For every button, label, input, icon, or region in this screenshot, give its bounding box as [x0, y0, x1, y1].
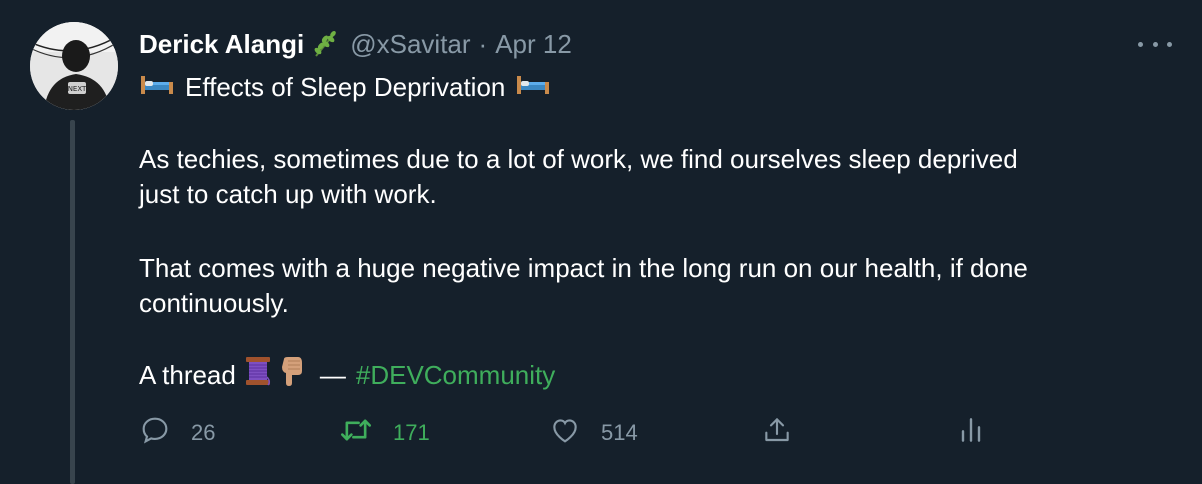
thread-text: A thread [139, 360, 236, 390]
tweet-thread-line: A thread — #DEVCommunity [139, 355, 1169, 396]
reply-button[interactable]: 26 [139, 410, 215, 456]
bed-emoji-icon [515, 70, 551, 105]
bed-emoji-icon [139, 70, 175, 105]
tweet-date[interactable]: Apr 12 [495, 29, 572, 60]
pointing-down-emoji-icon [278, 355, 304, 396]
paragraph-2-line-1: That comes with a huge negative impact i… [139, 253, 1028, 283]
author-handle[interactable]: @xSavitar [350, 29, 470, 60]
more-icon-dot [1152, 41, 1158, 47]
avatar[interactable]: NEXT [30, 22, 118, 110]
retweet-icon [339, 414, 373, 452]
thread-line [70, 120, 75, 484]
tweet-title-line: Effects of Sleep Deprivation [139, 70, 1169, 105]
analytics-icon [957, 414, 985, 452]
avatar-photo: NEXT [30, 22, 118, 110]
paragraph-1-line-1: As techies, sometimes due to a lot of wo… [139, 144, 1018, 174]
author-name[interactable]: Derick Alangi [139, 29, 304, 60]
svg-text:NEXT: NEXT [68, 85, 87, 93]
more-options-button[interactable] [1138, 34, 1172, 54]
reply-icon [139, 414, 171, 452]
like-count: 514 [601, 420, 638, 445]
reply-count: 26 [191, 420, 216, 445]
more-icon-dot [1167, 41, 1172, 47]
retweet-count: 171 [393, 420, 430, 445]
share-icon [761, 414, 793, 452]
more-icon [1138, 41, 1143, 47]
heart-icon [549, 414, 581, 452]
tweet-title: Effects of Sleep Deprivation [185, 72, 506, 102]
retweet-button[interactable]: 171 [339, 410, 430, 456]
paragraph-1-line-2: just to catch up with work. [139, 179, 437, 209]
separator-dot: · [478, 28, 488, 59]
thread-dash: — [319, 360, 346, 390]
tweet-paragraph-2: That comes with a huge negative impact i… [139, 251, 1169, 321]
tweet-header: Derick Alangi @xSavitar · Apr 12 [139, 26, 572, 62]
hashtag-link[interactable]: #DEVCommunity [356, 358, 555, 393]
tweet-actions: 26 171 514 [139, 410, 999, 456]
tweet-paragraph-1: As techies, sometimes due to a lot of wo… [139, 142, 1169, 212]
tweet-card[interactable]: NEXT Derick Alangi @xSavitar · Apr 12 Ef… [0, 0, 1202, 484]
share-button[interactable] [761, 410, 793, 456]
herb-emoji-icon [312, 30, 340, 58]
analytics-button[interactable] [957, 410, 985, 456]
thread-spool-emoji-icon [244, 355, 272, 396]
like-button[interactable]: 514 [549, 410, 638, 456]
paragraph-2-line-2: continuously. [139, 288, 289, 318]
